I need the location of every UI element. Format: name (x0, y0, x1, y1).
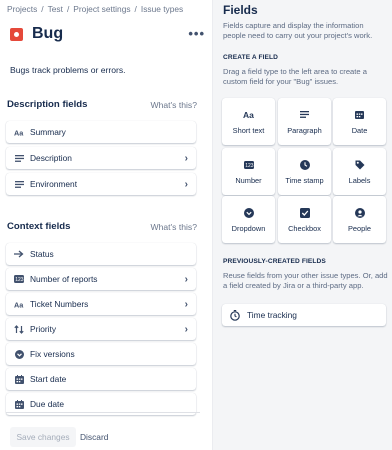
field-ticket-numbers[interactable]: Aa Ticket Numbers › (6, 293, 196, 315)
field-label: Priority (30, 324, 57, 334)
description-fields-header: Description fields What's this? (7, 99, 197, 110)
field-label: Due date (30, 399, 64, 409)
field-type-label: Labels (348, 175, 371, 185)
field-type-people[interactable]: People (333, 196, 386, 243)
field-label: Description (30, 153, 72, 163)
issue-type-editor: Projects / Test / Project settings / Issue typ… (0, 0, 212, 450)
clock-icon (299, 159, 310, 171)
chevron-right-icon[interactable]: › (185, 153, 188, 164)
field-summary[interactable]: Aa Summary (6, 121, 196, 143)
field-type-time-stamp[interactable]: Time stamp (278, 148, 331, 195)
whats-this-link[interactable]: What's this? (150, 100, 197, 110)
field-type-labels[interactable]: Labels (333, 148, 386, 195)
number-icon: 123 (14, 275, 24, 283)
previous-field-time-tracking[interactable]: Time tracking (222, 304, 386, 326)
priority-icon (14, 324, 24, 334)
previous-fields-hint: Reuse fields from your other issue types… (223, 271, 388, 290)
field-label: Start date (30, 374, 67, 384)
field-type-date[interactable]: Date (333, 98, 386, 145)
field-status[interactable]: Status (6, 243, 196, 265)
chevron-right-icon[interactable]: › (185, 179, 188, 190)
text-icon: Aa (14, 300, 24, 308)
field-type-dropdown[interactable]: Dropdown (222, 196, 275, 243)
field-type-label: People (347, 223, 371, 233)
field-label: Ticket Numbers (30, 299, 89, 309)
text-icon: Aa (14, 128, 24, 136)
field-type-label: Paragraph (287, 125, 322, 135)
field-type-label: Date (351, 125, 368, 135)
issue-type-description[interactable]: Bugs track problems or errors. (10, 65, 126, 75)
whats-this-link[interactable]: What's this? (150, 222, 197, 232)
dropdown-icon (243, 207, 254, 219)
fields-panel-title: Fields (223, 3, 258, 17)
person-icon (354, 207, 365, 219)
checkbox-icon (299, 207, 310, 219)
footer-divider (6, 412, 200, 413)
field-type-label: Number (235, 175, 262, 185)
chevron-right-icon[interactable]: › (185, 299, 188, 310)
field-type-label: Short text (232, 125, 265, 135)
field-type-label: Checkbox (288, 223, 321, 233)
field-fix-versions[interactable]: Fix versions (6, 343, 196, 365)
field-type-label: Time stamp (285, 175, 324, 185)
breadcrumb-separator: / (41, 4, 44, 14)
stopwatch-icon (230, 309, 240, 321)
paragraph-icon (14, 180, 24, 188)
text-icon: Aa (243, 109, 255, 121)
section-heading: Context fields (7, 221, 71, 232)
context-fields-header: Context fields What's this? (7, 221, 197, 232)
field-description[interactable]: Description › (6, 147, 196, 169)
previous-fields-heading: PREVIOUSLY-CREATED FIELDS (223, 258, 326, 265)
field-start-date[interactable]: Start date (6, 368, 196, 390)
field-label: Fix versions (30, 349, 75, 359)
fields-panel-intro: Fields capture and display the informati… (223, 21, 373, 40)
create-field-heading: CREATE A FIELD (223, 54, 279, 61)
field-label: Number of reports (30, 274, 98, 284)
svg-text:Aa: Aa (14, 300, 24, 308)
field-type-number[interactable]: 123 Number (222, 148, 275, 195)
breadcrumb-separator: / (66, 4, 70, 14)
breadcrumb-test[interactable]: Test (48, 4, 63, 14)
chevron-right-icon[interactable]: › (185, 324, 188, 335)
svg-text:123: 123 (245, 163, 254, 169)
breadcrumb-project-settings[interactable]: Project settings (73, 4, 130, 14)
svg-text:Aa: Aa (243, 110, 254, 119)
arrow-right-icon (14, 250, 24, 258)
field-label: Environment (30, 179, 78, 189)
more-actions-button[interactable]: ••• (188, 27, 205, 40)
breadcrumb-issue-types[interactable]: Issue types (141, 4, 183, 14)
breadcrumb: Projects / Test / Project settings / Issue typ… (7, 4, 183, 14)
paragraph-icon (300, 109, 309, 121)
field-label: Status (30, 249, 54, 259)
breadcrumb-separator: / (134, 4, 137, 14)
field-type-short-text[interactable]: Aa Short text (222, 98, 275, 145)
calendar-icon (14, 374, 24, 384)
field-type-checkbox[interactable]: Checkbox (278, 196, 331, 243)
svg-text:123: 123 (15, 277, 24, 283)
tag-icon (355, 159, 365, 171)
section-heading: Description fields (7, 99, 88, 110)
calendar-icon (355, 109, 364, 121)
discard-button[interactable]: Discard (80, 427, 108, 447)
field-priority[interactable]: Priority › (6, 318, 196, 340)
field-type-label: Dropdown (231, 223, 266, 233)
previous-field-label: Time tracking (247, 310, 297, 320)
create-field-hint: Drag a field type to the left area to cr… (223, 67, 367, 86)
breadcrumb-projects[interactable]: Projects (7, 4, 37, 14)
paragraph-icon (14, 154, 24, 162)
chevron-right-icon[interactable]: › (185, 274, 188, 285)
field-type-paragraph[interactable]: Paragraph (278, 98, 331, 145)
dropdown-icon (14, 349, 24, 359)
title-row: Bug ••• (10, 25, 205, 43)
save-changes-button[interactable]: Save changes (10, 427, 76, 447)
field-number-of-reports[interactable]: 123 Number of reports › (6, 268, 196, 290)
svg-text:Aa: Aa (14, 128, 24, 136)
field-environment[interactable]: Environment › (6, 173, 196, 195)
page-title: Bug (32, 25, 64, 42)
number-icon: 123 (243, 159, 254, 171)
bug-icon (10, 27, 23, 41)
field-label: Summary (30, 127, 66, 137)
calendar-icon (14, 399, 24, 409)
